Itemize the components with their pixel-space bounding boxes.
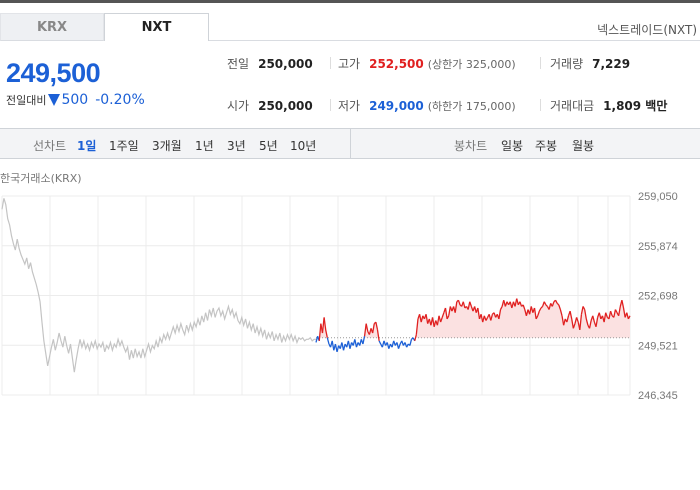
line-chart-label: 선차트 <box>33 139 67 153</box>
period-bar: 선차트 1일 1주일 3개월 1년 3년 5년 10년 봉차트 일봉 주봉 월봉 <box>0 128 700 159</box>
chart-series <box>1 198 631 373</box>
period-bar-divider <box>350 129 351 158</box>
stat-open-value: 250,000 <box>258 98 313 113</box>
y-tick-label: 255,874 <box>638 241 678 253</box>
period-3month[interactable]: 3개월 <box>152 137 182 154</box>
stat-separator <box>330 57 331 69</box>
nxt-price-segment <box>378 340 382 345</box>
period-1year[interactable]: 1년 <box>195 137 214 154</box>
stat-low-label: 저가 <box>338 99 361 113</box>
nxt-price-segment <box>326 337 330 345</box>
tab-divider <box>209 40 700 41</box>
venue-label: 넥스트레이드(NXT) <box>597 23 697 37</box>
stat-upper-limit: (상한가 325,000) <box>427 57 516 71</box>
change-percent: -0.20% <box>95 92 145 108</box>
stat-amount-value: 1,809 백만 <box>603 99 668 113</box>
top-border <box>0 0 700 3</box>
chart-grid <box>1 195 631 396</box>
stat-high-value: 252,500 <box>369 56 424 71</box>
period-10year[interactable]: 10년 <box>290 137 316 154</box>
candle-chart-label: 봉차트 <box>454 139 488 153</box>
candle-monthly[interactable]: 월봉 <box>572 137 594 154</box>
stat-amount-label: 거래대금 <box>550 99 595 113</box>
tab-krx[interactable]: KRX <box>0 13 104 41</box>
stat-high-label: 고가 <box>338 57 361 71</box>
current-price: 249,500 <box>6 58 101 88</box>
nxt-price-segment <box>318 323 322 341</box>
price-chart: 259,050 255,874 252,698 249,521 246,345 <box>1 191 678 400</box>
stat-separator <box>540 57 541 69</box>
change-amount: 500 <box>61 92 89 108</box>
nxt-price-segment <box>376 329 380 341</box>
tab-nxt[interactable]: NXT <box>104 13 209 41</box>
y-tick-label: 249,521 <box>638 340 678 352</box>
stat-low-value: 249,000 <box>369 98 424 113</box>
stat-high: 고가 252,500 (상한가 325,000) <box>338 55 516 72</box>
krx-price-line <box>1 198 316 373</box>
stat-amount: 거래대금 1,809 백만 <box>550 97 667 114</box>
candle-daily[interactable]: 일봉 <box>501 137 523 154</box>
nxt-price-segment <box>362 336 366 345</box>
y-axis-ticks: 259,050 255,874 252,698 249,521 246,345 <box>638 191 678 400</box>
stat-separator <box>330 99 331 111</box>
stat-prev-label: 전일 <box>227 57 250 71</box>
y-tick-label: 246,345 <box>638 390 678 400</box>
exchange-label: 한국거래소(KRX) <box>0 172 82 185</box>
up-area-fill <box>316 298 630 338</box>
stat-open-label: 시가 <box>227 99 250 113</box>
nxt-price-segment <box>409 339 413 346</box>
stat-prev-value: 250,000 <box>258 56 313 71</box>
stat-low: 저가 249,000 (하한가 175,000) <box>338 97 516 114</box>
nxt-price-segment <box>397 343 401 349</box>
stat-separator <box>540 99 541 111</box>
stat-open: 시가 250,000 <box>227 97 313 114</box>
price-change: 전일대비 500 -0.20% <box>6 92 145 108</box>
down-triangle-icon <box>48 94 61 106</box>
stat-volume-label: 거래량 <box>550 57 584 71</box>
y-tick-label: 259,050 <box>638 191 678 203</box>
change-label: 전일대비 <box>6 94 47 107</box>
period-3year[interactable]: 3년 <box>227 137 246 154</box>
period-1day[interactable]: 1일 <box>77 137 96 154</box>
candle-weekly[interactable]: 주봉 <box>535 137 557 154</box>
stat-lower-limit: (하한가 175,000) <box>427 99 516 113</box>
stat-prev: 전일 250,000 <box>227 55 313 72</box>
y-tick-label: 252,698 <box>638 291 678 303</box>
nxt-price-segment <box>414 334 417 342</box>
period-1week[interactable]: 1주일 <box>109 137 139 154</box>
period-5year[interactable]: 5년 <box>259 137 278 154</box>
exchange-tabs: KRX NXT 넥스트레이드(NXT) <box>0 13 700 41</box>
stat-volume: 거래량 7,229 <box>550 55 630 72</box>
stat-volume-value: 7,229 <box>592 56 631 71</box>
